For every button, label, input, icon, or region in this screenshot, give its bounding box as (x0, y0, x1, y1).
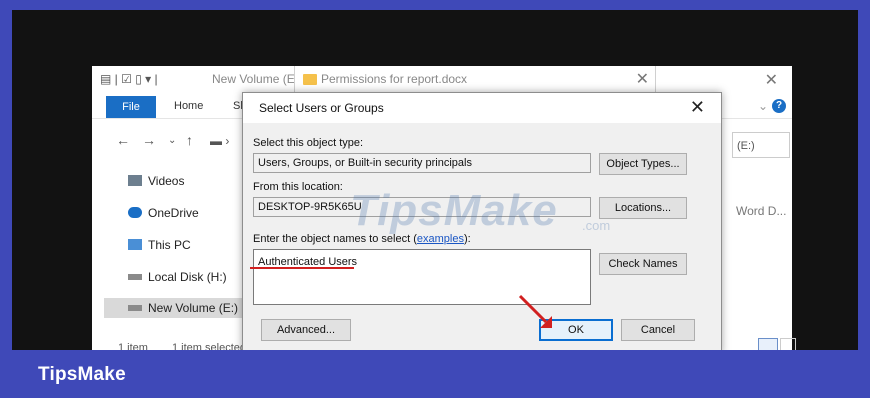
watermark-suffix: .com (582, 218, 611, 233)
check-names-button[interactable]: Check Names (599, 253, 687, 275)
sidebar-item-label: OneDrive (148, 206, 199, 220)
locations-button[interactable]: Locations... (599, 197, 687, 219)
sidebar-item-label: Local Disk (H:) (148, 270, 227, 284)
details-view-icon[interactable] (758, 338, 778, 350)
object-type-field: Users, Groups, or Built-in security prin… (253, 153, 591, 173)
sidebar-item-onedrive[interactable]: OneDrive (128, 206, 199, 220)
close-icon[interactable]: ✕ (690, 97, 705, 118)
dialog-titlebar: Select Users or Groups ✕ (243, 93, 721, 123)
navigation-bar: ← → ⌄ ↑ ▬ › (92, 126, 252, 156)
sidebar-item-label: New Volume (E:) (148, 301, 239, 315)
advanced-button[interactable]: Advanced... (261, 319, 351, 341)
computer-icon (128, 239, 142, 250)
highlight-underline (250, 267, 354, 269)
sidebar-item-videos[interactable]: Videos (128, 174, 184, 188)
tab-home[interactable]: Home (174, 100, 203, 112)
address-bar-fragment[interactable]: (E:) (732, 132, 790, 158)
annotation-arrow-icon (518, 294, 552, 328)
status-selected: 1 item selected (172, 342, 246, 350)
object-types-button[interactable]: Object Types... (599, 153, 687, 175)
footer-brand: TipsMake (38, 364, 126, 385)
cloud-icon (128, 207, 142, 218)
tab-file[interactable]: File (106, 96, 156, 118)
dialog-title: Select Users or Groups (259, 101, 384, 115)
sidebar-item-label: Videos (148, 174, 185, 188)
watermark: TipsMake (350, 186, 558, 235)
close-icon[interactable]: ✕ (765, 70, 778, 90)
sidebar-item-label: This PC (148, 238, 191, 252)
cancel-button[interactable]: Cancel (621, 319, 695, 341)
forward-arrow-icon[interactable]: → (142, 132, 156, 148)
folder-icon (303, 74, 317, 85)
help-icon[interactable]: ? (772, 99, 786, 113)
file-type-cell: Word D... (736, 204, 787, 218)
sidebar-item-new-volume-e[interactable]: New Volume (E:) (128, 301, 238, 315)
close-icon[interactable]: ✕ (636, 69, 649, 89)
sidebar-item-local-disk-h[interactable]: Local Disk (H:) (128, 270, 227, 284)
drive-icon: ▬ › (210, 134, 230, 148)
location-label: From this location: (253, 181, 343, 193)
article-frame: ▤ | ☑ ▯ ▾ | New Volume (E:) ✕ File Home … (0, 0, 870, 398)
quick-access-toolbar-icon[interactable]: ▤ | ☑ ▯ ▾ | (100, 72, 158, 86)
chevron-down-icon[interactable]: ⌄ (168, 135, 176, 146)
drive-icon (128, 305, 142, 311)
up-arrow-icon[interactable]: ↑ (186, 132, 193, 148)
status-item-count: 1 item (118, 342, 148, 350)
object-type-label: Select this object type: (253, 137, 364, 149)
video-folder-icon (128, 175, 142, 186)
sidebar-item-this-pc[interactable]: This PC (128, 238, 191, 252)
explorer-title: New Volume (E:) (212, 72, 303, 86)
drive-icon (128, 274, 142, 280)
permissions-title: Permissions for report.docx (321, 72, 468, 86)
chevron-down-icon[interactable]: ⌄ (758, 99, 768, 113)
tiles-view-icon[interactable] (780, 338, 796, 350)
back-arrow-icon[interactable]: ← (116, 132, 130, 148)
screenshot-area: ▤ | ☑ ▯ ▾ | New Volume (E:) ✕ File Home … (12, 10, 858, 350)
